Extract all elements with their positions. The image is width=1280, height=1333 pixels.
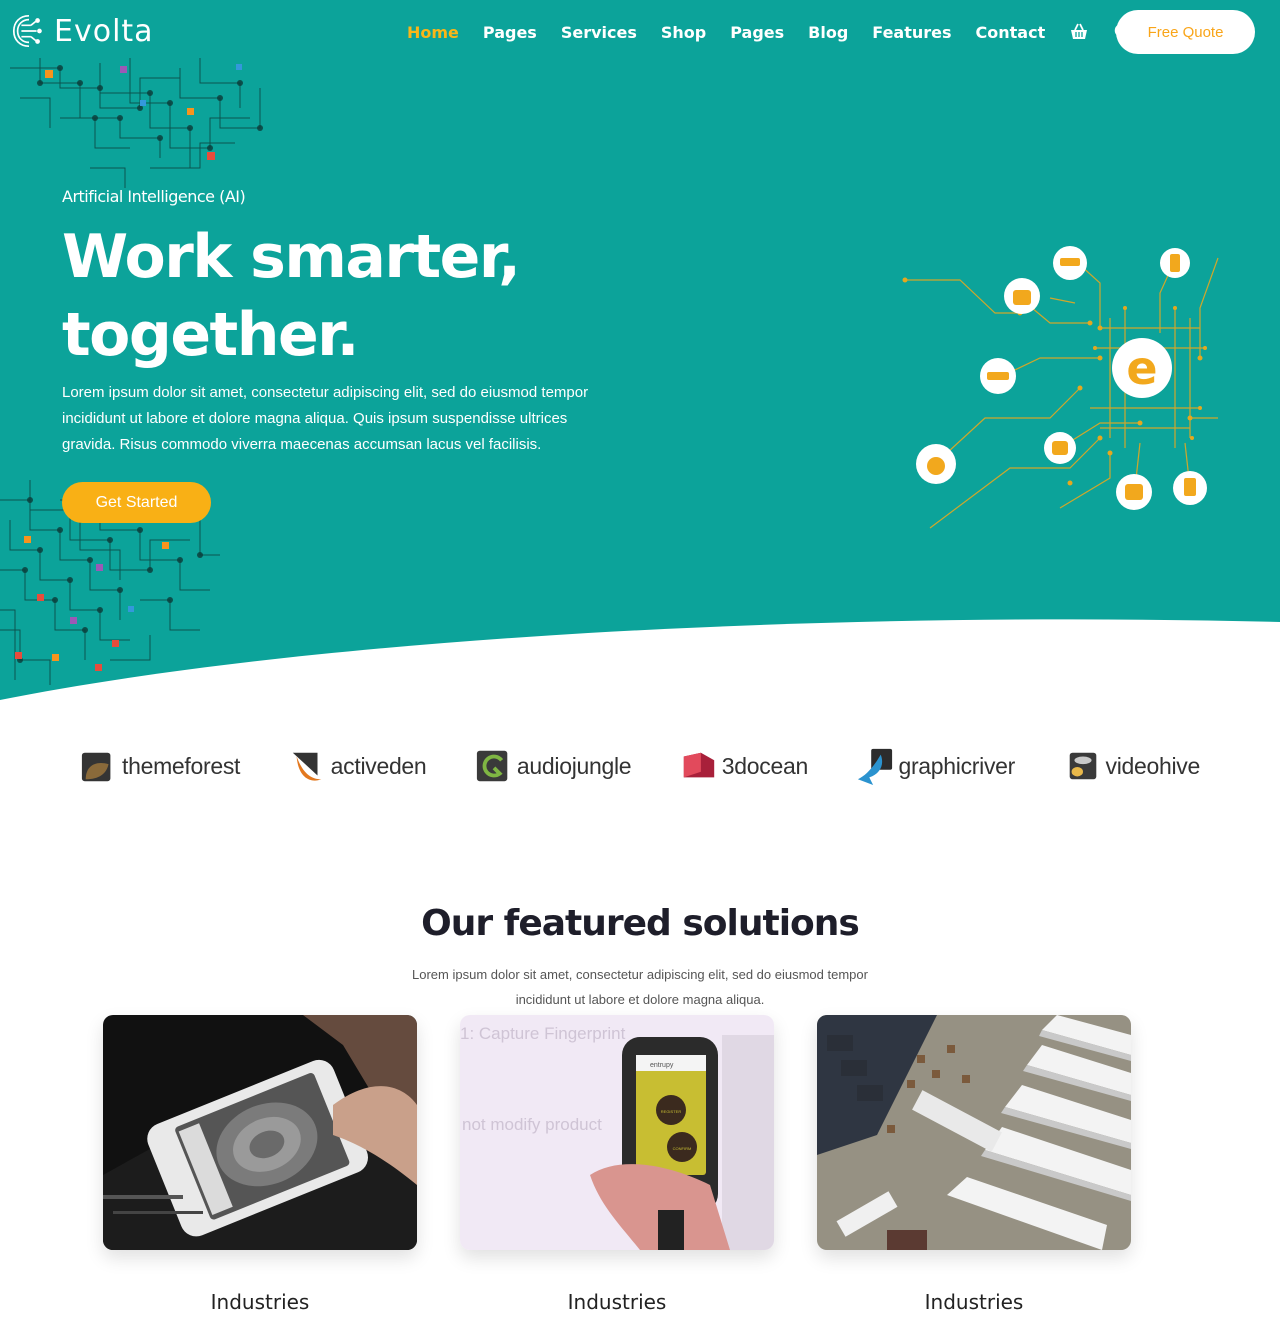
solution-card-2-title[interactable]: Industries — [460, 1290, 774, 1314]
brand-videohive[interactable]: videohive — [1064, 747, 1200, 785]
brand-label: themeforest — [122, 752, 241, 779]
fingerprint-phone-image — [103, 1015, 417, 1250]
featured-title: Our featured solutions — [421, 903, 860, 944]
solution-card-3[interactable] — [817, 1015, 1131, 1250]
brand-label: activeden — [330, 752, 427, 779]
nav-item-home[interactable]: Home — [407, 23, 459, 42]
nav-item-pages[interactable]: Pages — [483, 23, 537, 42]
app-confirm-label: CONFIRM — [673, 1146, 692, 1151]
solution-card-1-title[interactable]: Industries — [103, 1290, 417, 1314]
solution-card-3-title[interactable]: Industries — [817, 1290, 1131, 1314]
nav-item-pages-2[interactable]: Pages — [730, 23, 784, 42]
brand-label: audiojungle — [516, 752, 632, 779]
free-quote-button[interactable]: Free Quote — [1116, 10, 1255, 54]
3docean-icon — [683, 752, 714, 778]
activeden-icon — [292, 752, 321, 781]
get-started-button[interactable]: Get Started — [62, 482, 211, 523]
audiojungle-icon — [476, 750, 508, 782]
brain-circuit-icon — [12, 14, 42, 48]
nav-item-shop[interactable]: Shop — [661, 23, 706, 42]
brand-label: videohive — [1105, 752, 1201, 779]
graphicriver-icon — [858, 748, 893, 785]
hero-headline-line-1: Work smarter, — [62, 222, 521, 292]
hero-description: Lorem ipsum dolor sit amet, consectetur … — [62, 384, 589, 453]
nav-item-contact[interactable]: Contact — [976, 23, 1046, 42]
app-register-label: REGISTER — [661, 1109, 682, 1114]
graphic-letter: e — [1126, 341, 1157, 395]
brand-3docean[interactable]: 3docean — [680, 747, 808, 785]
brand-themeforest[interactable]: themeforest — [80, 747, 240, 785]
brand-logos: themeforest activeden audiojungle 3docea… — [80, 738, 1200, 794]
site-header: Evolta Home Pages Services Shop Pages Bl… — [0, 0, 1280, 64]
ai-circuit-illustration: e — [902, 246, 1219, 529]
nav-item-features[interactable]: Features — [872, 23, 951, 42]
logo-text: Evolta — [54, 13, 154, 49]
brand-audiojungle[interactable]: audiojungle — [475, 747, 632, 785]
basket-icon[interactable] — [1068, 21, 1090, 43]
warehouse-aerial-image — [817, 1015, 1131, 1250]
nav-item-blog[interactable]: Blog — [808, 23, 848, 42]
brand-activeden[interactable]: activeden — [289, 747, 427, 785]
videohive-icon — [1069, 752, 1096, 780]
main-nav: Home Pages Services Shop Pages Blog Feat… — [395, 0, 1145, 64]
logo[interactable]: Evolta — [10, 12, 154, 50]
app-brand-label: entrupy — [650, 1062, 674, 1069]
themeforest-icon — [81, 752, 111, 782]
hero-headline: Work smarter, together. — [62, 218, 582, 374]
circuit-decoration-top — [10, 58, 263, 188]
image-caption-1: 1: Capture Fingerprint — [460, 1024, 626, 1043]
brand-label: graphicriver — [898, 752, 1016, 779]
hero-eyebrow: Artificial Intelligence (AI) — [62, 187, 246, 206]
solution-card-1[interactable] — [103, 1015, 417, 1250]
featured-description: Lorem ipsum dolor sit amet, consectetur … — [412, 967, 868, 1007]
brand-label: 3docean — [721, 752, 808, 779]
phone-app-image: 1: Capture Fingerprint not modify produc… — [460, 1015, 774, 1250]
brand-graphicriver[interactable]: graphicriver — [856, 747, 1015, 785]
hero-headline-line-2: together. — [62, 300, 359, 370]
nav-item-services[interactable]: Services — [561, 23, 637, 42]
image-caption-2: not modify product — [462, 1115, 602, 1134]
solution-card-2[interactable]: 1: Capture Fingerprint not modify produc… — [460, 1015, 774, 1250]
